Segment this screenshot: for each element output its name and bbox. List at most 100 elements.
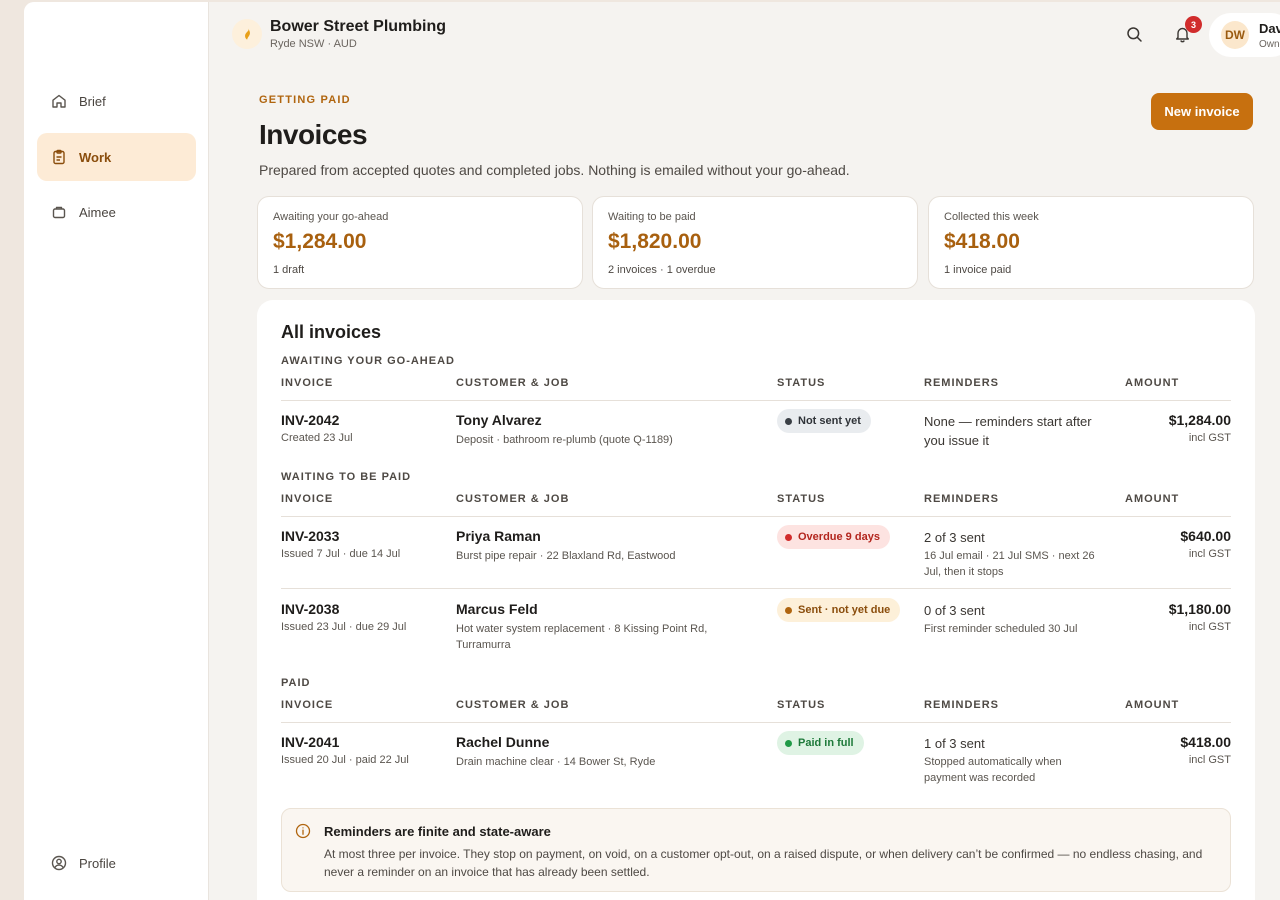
invoice-number: INV-2038 (281, 601, 340, 617)
stat-value: $1,820.00 (608, 230, 702, 253)
divider (281, 722, 1231, 723)
column-header-reminders: REMINDERS (924, 493, 1000, 505)
sidebar-item-label: Brief (79, 93, 106, 109)
business-location: Ryde NSW · AUD (270, 38, 357, 50)
tax-note: incl GST (1188, 432, 1231, 444)
column-header-invoice: INVOICE (281, 699, 334, 711)
callout-body: At most three per invoice. They stop on … (324, 847, 1203, 879)
stat-value: $1,284.00 (273, 230, 367, 253)
column-header-reminders: REMINDERS (924, 699, 1000, 711)
invoice-date: Created 23 Jul (281, 432, 353, 444)
tax-note: incl GST (1188, 754, 1231, 766)
job-description: Burst pipe repair · 22 Blaxland Rd, East… (456, 550, 676, 562)
invoice-number: INV-2033 (281, 528, 340, 544)
page-description: Prepared from accepted quotes and comple… (259, 162, 850, 178)
status-badge: Sent · not yet due (777, 598, 901, 622)
column-header-invoice: INVOICE (281, 493, 334, 505)
column-header-amount: AMOUNT (1125, 377, 1180, 389)
bag-icon (51, 204, 67, 220)
reminders-detail: First reminder scheduled 30 Jul (924, 623, 1078, 635)
stat-subtext: 1 invoice paid (944, 264, 1012, 276)
sidebar-item-aimee[interactable]: Aimee (37, 188, 196, 236)
reminders-summary: 0 of 3 sent (924, 603, 985, 618)
table-row[interactable]: INV-2041 Issued 20 Jul · paid 22 Jul Rac… (257, 731, 1255, 784)
invoice-number: INV-2042 (281, 412, 340, 428)
stat-label: Waiting to be paid (608, 211, 696, 223)
page-eyebrow: GETTING PAID (259, 94, 351, 106)
job-description: Hot water system replacement · 8 Kissing… (456, 623, 708, 651)
user-role: Owner (1259, 39, 1280, 50)
customer-name: Tony Alvarez (456, 412, 542, 428)
table-row[interactable]: INV-2042 Created 23 Jul Tony Alvarez Dep… (257, 409, 1255, 452)
page-title: Invoices (259, 119, 368, 150)
avatar: DW (1221, 21, 1249, 49)
group-label-awaiting: AWAITING YOUR GO-AHEAD (281, 355, 455, 367)
status-label: Paid in full (798, 737, 854, 749)
reminders-summary: 1 of 3 sent (924, 736, 985, 751)
divider (281, 400, 1231, 401)
column-header-amount: AMOUNT (1125, 699, 1180, 711)
column-header-invoice: INVOICE (281, 377, 334, 389)
sidebar-item-label: Profile (79, 855, 116, 871)
invoice-date: Issued 23 Jul · due 29 Jul (281, 621, 407, 633)
status-dot (785, 606, 792, 614)
invoice-date: Issued 7 Jul · due 14 Jul (281, 548, 401, 560)
stat-label: Awaiting your go-ahead (273, 211, 389, 223)
search-button[interactable] (1124, 24, 1144, 44)
status-badge: Not sent yet (777, 409, 871, 433)
sidebar-item-brief[interactable]: Brief (37, 77, 196, 125)
sidebar-item-work[interactable]: Work (37, 133, 196, 181)
column-header-status: STATUS (777, 377, 826, 389)
column-header-status: STATUS (777, 493, 826, 505)
stat-card-awaiting: Awaiting your go-ahead $1,284.00 1 draft (257, 196, 583, 289)
business-logo (232, 19, 262, 49)
panel-title: All invoices (281, 322, 382, 342)
new-invoice-button[interactable]: New invoice (1151, 93, 1253, 130)
table-row[interactable]: INV-2033 Issued 7 Jul · due 14 Jul Priya… (257, 525, 1255, 578)
notification-badge: 3 (1185, 16, 1202, 33)
job-description: Deposit · bathroom re-plumb (quote Q-118… (456, 434, 673, 446)
group-label-waiting: WAITING TO BE PAID (281, 471, 412, 483)
reminders-summary: None — reminders start after you issue i… (924, 414, 1092, 448)
top-bar: Bower Street Plumbing Ryde NSW · AUD 3 D… (209, 2, 1280, 64)
stat-value: $418.00 (944, 230, 1020, 253)
sidebar: Brief Work Aimee Profile (24, 2, 209, 900)
user-menu[interactable]: DW Dave Owner (1209, 13, 1280, 57)
status-dot (785, 417, 792, 425)
status-dot (785, 739, 792, 747)
clipboard-icon (51, 149, 67, 165)
callout-title: Reminders are finite and state-aware (324, 824, 551, 839)
invoices-panel: All invoices AWAITING YOUR GO-AHEAD INVO… (257, 300, 1255, 900)
user-circle-icon (51, 855, 67, 871)
column-header-customer: CUSTOMER & JOB (456, 493, 570, 505)
status-dot (785, 533, 792, 541)
customer-name: Priya Raman (456, 528, 541, 544)
home-icon (51, 93, 67, 109)
column-header-customer: CUSTOMER & JOB (456, 377, 570, 389)
stat-card-waiting: Waiting to be paid $1,820.00 2 invoices … (592, 196, 918, 289)
table-row[interactable]: INV-2038 Issued 23 Jul · due 29 Jul Marc… (257, 598, 1255, 651)
reminders-summary: 2 of 3 sent (924, 530, 985, 545)
app-window: Brief Work Aimee Profile Bower Street Pl… (24, 2, 1280, 900)
status-label: Overdue 9 days (798, 531, 880, 543)
group-label-paid: PAID (281, 677, 311, 689)
user-name: Dave (1259, 21, 1280, 36)
stat-subtext: 2 invoices · 1 overdue (608, 264, 716, 276)
business-name: Bower Street Plumbing (270, 18, 447, 35)
info-icon (295, 823, 311, 839)
stat-label: Collected this week (944, 211, 1039, 223)
sidebar-item-profile[interactable]: Profile (37, 839, 196, 887)
job-description: Drain machine clear · 14 Bower St, Ryde (456, 756, 656, 768)
divider (281, 588, 1231, 589)
status-label: Sent · not yet due (798, 604, 891, 616)
divider (281, 516, 1231, 517)
customer-name: Marcus Feld (456, 601, 538, 617)
column-header-amount: AMOUNT (1125, 493, 1180, 505)
invoice-date: Issued 20 Jul · paid 22 Jul (281, 754, 409, 766)
column-header-status: STATUS (777, 699, 826, 711)
column-header-reminders: REMINDERS (924, 377, 1000, 389)
invoice-amount: $1,180.00 (1168, 601, 1231, 617)
reminders-detail: 16 Jul email · 21 Jul SMS · next 26 Jul,… (924, 550, 1095, 578)
invoice-amount: $640.00 (1180, 528, 1231, 544)
tax-note: incl GST (1188, 621, 1231, 633)
